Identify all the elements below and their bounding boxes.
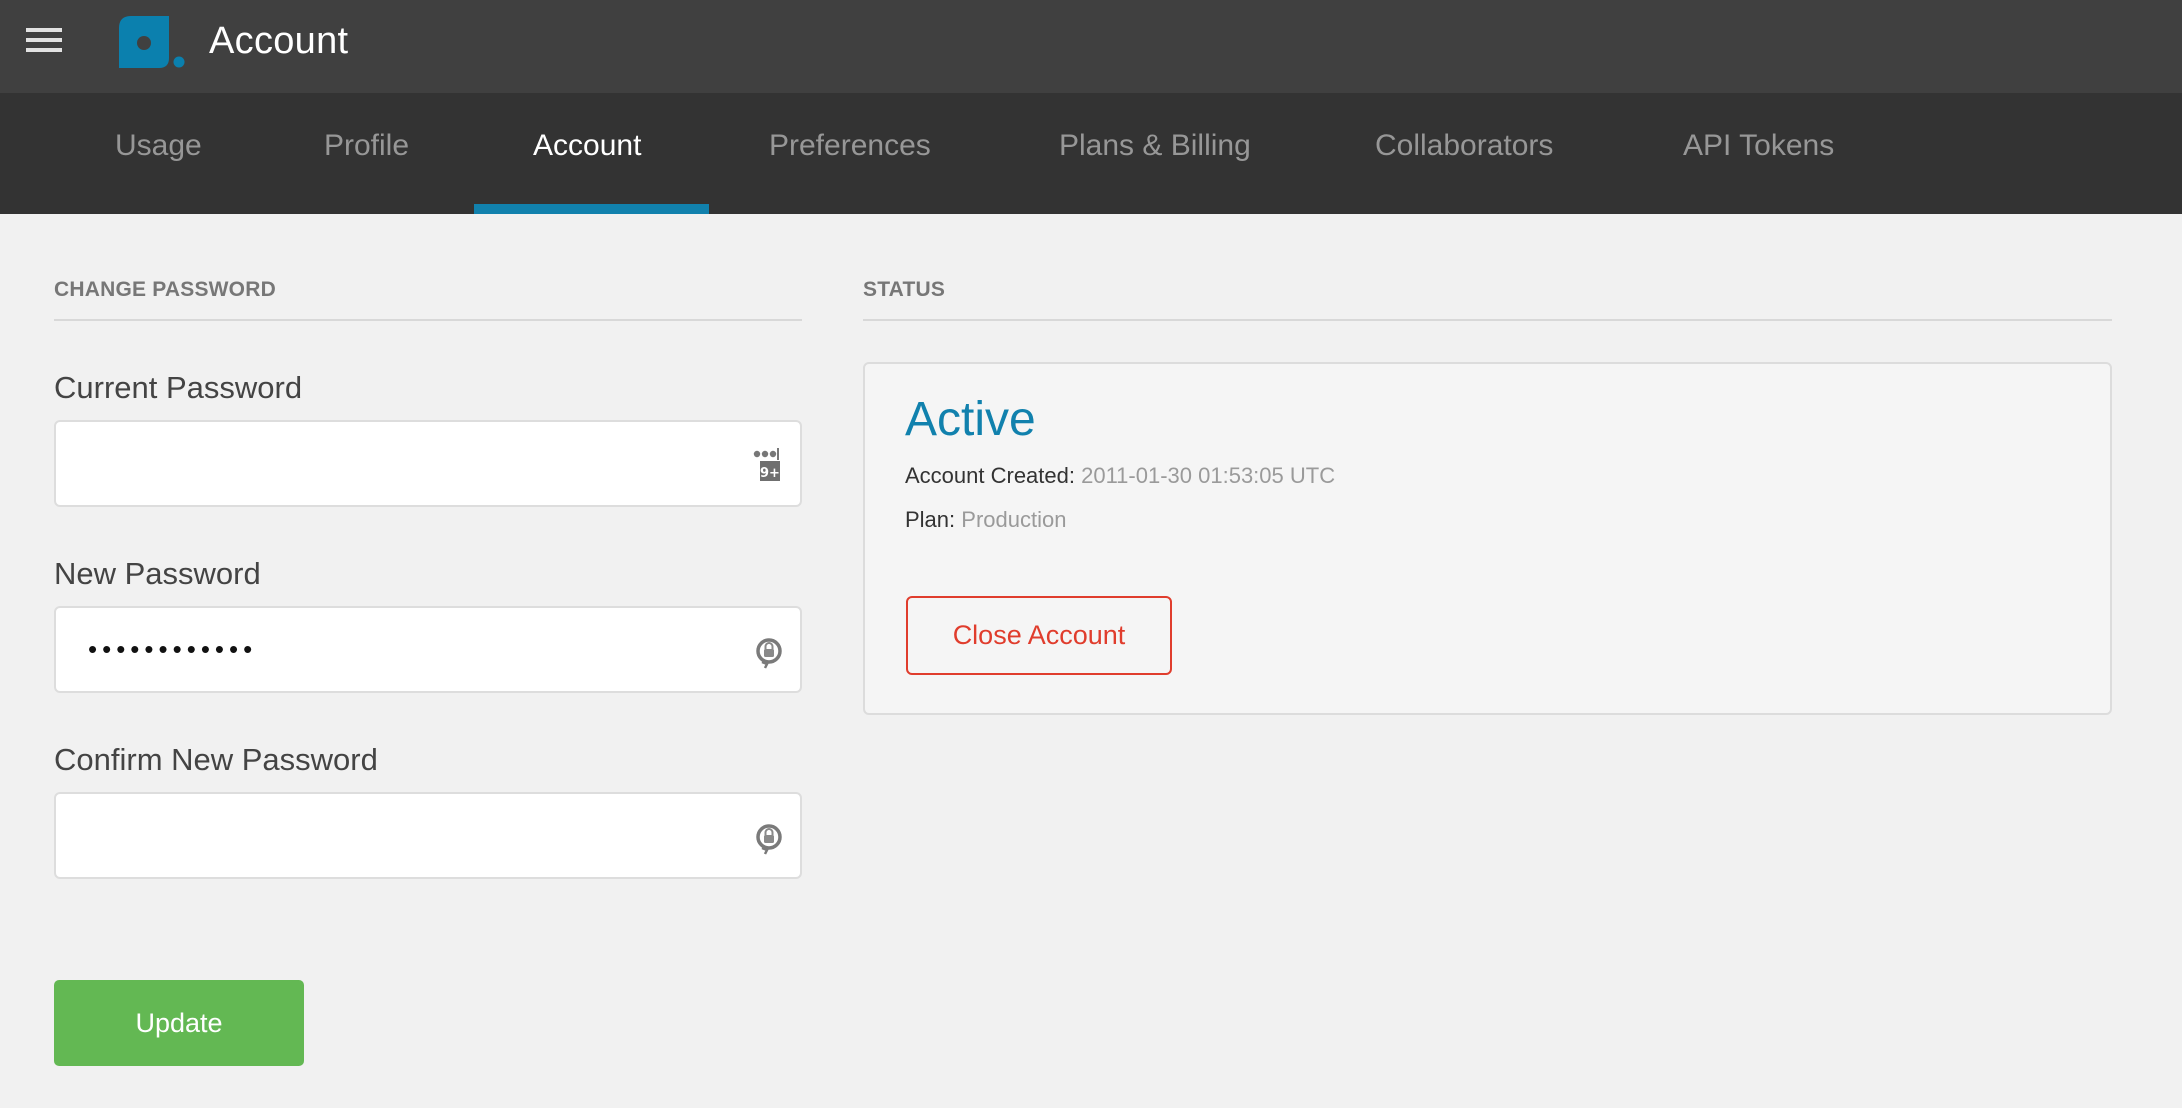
top-bar: Account	[0, 0, 2182, 93]
hamburger-line	[26, 48, 62, 52]
app-logo-icon[interactable]	[119, 16, 185, 70]
hamburger-menu-icon[interactable]	[26, 28, 62, 54]
account-created-label: Account Created:	[905, 463, 1075, 488]
account-created-row: Account Created: 2011-01-30 01:53:05 UTC	[905, 463, 1335, 489]
tab-label: Usage	[115, 129, 202, 162]
tab-label: Collaborators	[1375, 129, 1554, 162]
page-title: Account	[209, 20, 349, 62]
account-created-value: 2011-01-30 01:53:05 UTC	[1081, 463, 1336, 488]
plan-row: Plan: Production	[905, 507, 1066, 533]
tab-bar: Usage Profile Account Preferences Plans …	[0, 93, 2182, 214]
change-password-heading: CHANGE PASSWORD	[54, 278, 276, 301]
confirm-password-input[interactable]	[54, 792, 802, 879]
status-panel: Active Account Created: 2011-01-30 01:53…	[863, 362, 2112, 715]
hamburger-line	[26, 38, 62, 42]
svg-text:9+: 9+	[760, 466, 780, 481]
current-password-label: Current Password	[54, 370, 303, 405]
tab-label: Preferences	[769, 129, 931, 162]
active-tab-indicator	[474, 204, 709, 214]
new-password-input[interactable]: ••••••••••••	[54, 606, 802, 693]
section-divider	[54, 319, 802, 321]
hamburger-line	[26, 28, 62, 32]
new-password-label: New Password	[54, 556, 261, 591]
password-generator-icon[interactable]	[752, 820, 786, 856]
plan-value: Production	[961, 507, 1067, 532]
confirm-password-label: Confirm New Password	[54, 742, 378, 777]
plan-label: Plan:	[905, 507, 956, 532]
password-manager-icon[interactable]: 9+	[752, 448, 786, 484]
current-password-input[interactable]: 9+	[54, 420, 802, 507]
tab-label: Profile	[324, 129, 410, 162]
account-status: Active	[905, 393, 1036, 446]
new-password-value: ••••••••••••	[88, 634, 258, 664]
tab-label: Plans & Billing	[1059, 129, 1251, 162]
tab-label: Account	[533, 129, 642, 162]
close-account-button[interactable]: Close Account	[906, 596, 1172, 675]
section-divider	[863, 319, 2112, 321]
tab-label: API Tokens	[1683, 129, 1835, 162]
password-generator-icon[interactable]	[752, 634, 786, 670]
update-button[interactable]: Update	[54, 980, 304, 1066]
status-heading: STATUS	[863, 278, 946, 301]
